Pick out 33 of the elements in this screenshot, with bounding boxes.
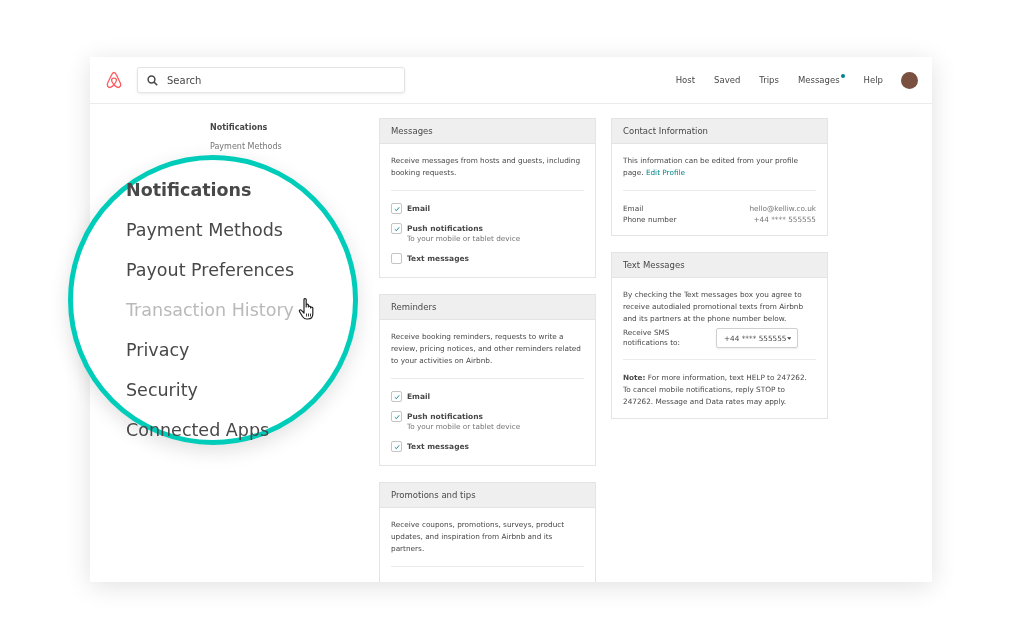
checkbox[interactable] [391,223,402,234]
checkbox[interactable] [391,203,402,214]
card-title: Promotions and tips [380,483,595,508]
card-title: Text Messages [612,253,827,278]
checkbox[interactable] [391,391,402,402]
check-icon [393,225,400,232]
check-icon [393,443,400,450]
caret-icon [786,336,791,340]
card-title: Contact Information [612,119,827,144]
card-title: Reminders [380,295,595,320]
nav-link[interactable]: Help [863,75,883,85]
nav-link[interactable]: Saved [714,75,741,85]
menu-item[interactable]: Security [126,377,198,403]
check-icon [393,205,400,212]
card-title: Messages [380,119,595,144]
search-icon [147,75,158,86]
sidebar-item[interactable]: Payment Methods [210,142,364,151]
checkbox[interactable] [391,411,402,422]
nav-link[interactable]: Messages [797,75,845,85]
checkbox[interactable] [391,441,402,452]
logo-icon[interactable] [106,71,122,89]
nav-link[interactable]: Trips [759,75,779,85]
menu-item[interactable]: Payment Methods [126,217,283,243]
menu-item[interactable]: Payout Preferences [126,257,294,283]
check-icon [393,413,400,420]
sidebar-item[interactable]: Notifications [210,123,364,132]
check-icon [393,393,400,400]
avatar[interactable] [901,71,918,89]
menu-item[interactable]: Notifications [126,177,252,203]
checkbox[interactable] [391,253,402,264]
nav-link[interactable]: Host [675,75,696,85]
search-field[interactable]: Search [137,67,405,93]
menu-item[interactable]: Privacy [126,337,190,363]
